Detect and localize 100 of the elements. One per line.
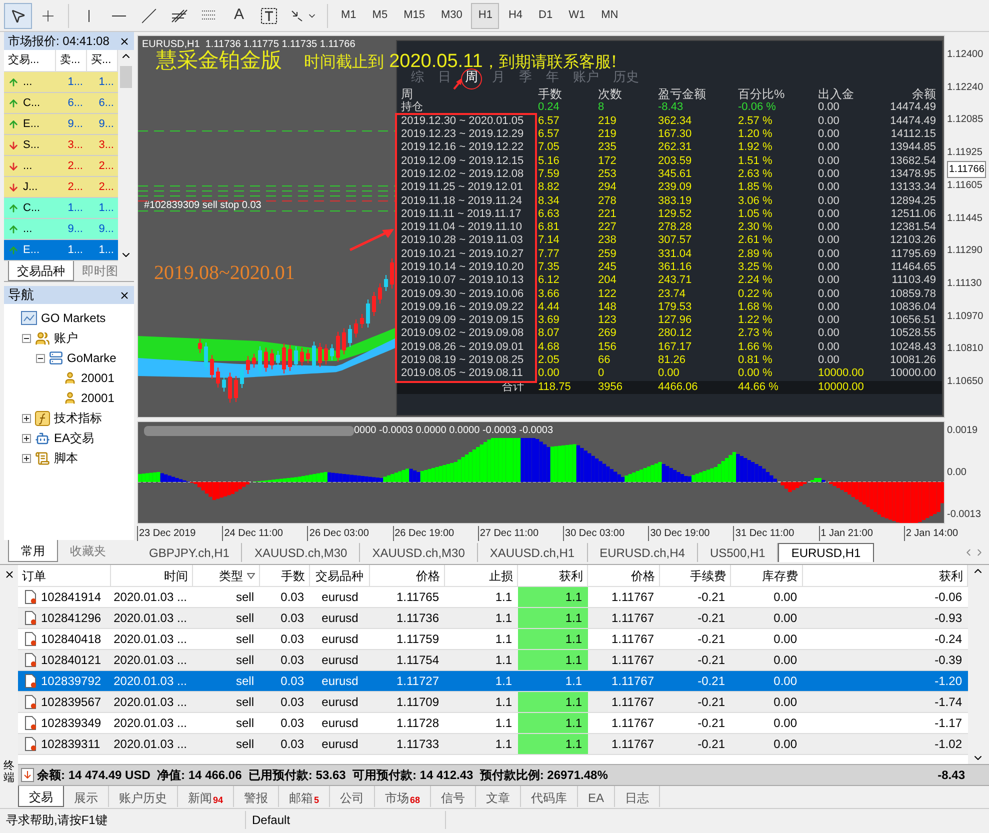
quote-row[interactable]: C... 1... 1... xyxy=(4,198,118,219)
order-row[interactable]: 102841296 2020.01.03 ... sell 0.03 eurusd 1.11736 1.1 1.1 1.11767 -0.21 0.00 -0.93 xyxy=(18,608,968,629)
timeframe-button[interactable]: D1 xyxy=(532,2,560,28)
column-header[interactable]: 价格 xyxy=(588,565,660,586)
terminal-tab[interactable]: 市场68 xyxy=(375,786,432,807)
terminal-tab[interactable]: 交易 xyxy=(18,786,64,807)
quote-row[interactable]: J... 2... 2... xyxy=(4,177,118,198)
chart-tab[interactable]: XAUUSD.ch,M30 xyxy=(242,543,360,562)
tree-item[interactable]: GO Markets xyxy=(41,309,106,327)
column-header[interactable]: 交易品种 xyxy=(310,565,370,586)
tree-item[interactable]: 账户 xyxy=(54,329,78,347)
order-row[interactable]: 102839311 2020.01.03 ... sell 0.03 eurusd 1.11733 1.1 1.1 1.11767 -0.21 0.00 -1.02 xyxy=(18,734,968,755)
panel-tab[interactable]: 即时图 xyxy=(74,261,126,281)
column-header[interactable]: 订单 xyxy=(18,565,111,586)
table-cell: 102839792 xyxy=(18,671,111,691)
collapse-icon[interactable] xyxy=(36,354,45,362)
order-row[interactable]: 102840121 2020.01.03 ... sell 0.03 eurusd 1.11754 1.1 1.1 1.11767 -0.21 0.00 -0.39 xyxy=(18,650,968,671)
chart-tab[interactable]: EURUSD,H1 xyxy=(778,543,874,562)
timeframe-button[interactable]: W1 xyxy=(562,2,592,28)
panel-tab[interactable]: 收藏夹 xyxy=(58,540,118,562)
cursor-button[interactable] xyxy=(4,2,32,28)
timeframe-button[interactable]: MN xyxy=(594,2,626,28)
timeframe-button[interactable]: H1 xyxy=(471,2,500,28)
close-icon[interactable] xyxy=(119,290,130,300)
terminal-tab[interactable]: 邮箱5 xyxy=(279,786,330,807)
panel-tab[interactable]: 常用 xyxy=(8,540,58,562)
chart-tab[interactable]: GBPJPY.ch,H1 xyxy=(137,543,242,562)
price-label: 1.11290 xyxy=(947,244,982,258)
column-header[interactable]: 手续费 xyxy=(660,565,731,586)
expand-icon[interactable] xyxy=(22,454,31,462)
table-cell-text: 239.09 xyxy=(658,181,693,194)
close-icon[interactable] xyxy=(4,569,14,580)
up-arrow-icon xyxy=(8,202,19,214)
timeframe-button[interactable]: H4 xyxy=(501,2,530,28)
table-cell-text: 269 xyxy=(598,327,618,340)
column-header[interactable]: 手数 xyxy=(260,565,310,586)
column-header[interactable]: 止损 xyxy=(445,565,518,586)
table-cell-text: 235 xyxy=(598,141,618,154)
column-header[interactable]: 类型 xyxy=(193,565,260,586)
table-cell-text: 127.96 xyxy=(658,314,693,328)
timeframe-button[interactable]: M15 xyxy=(396,2,432,28)
ask-text: 1... xyxy=(98,200,115,216)
quote-row[interactable]: E... 9... 9... xyxy=(4,114,118,135)
collapse-icon[interactable] xyxy=(22,334,31,342)
tree-item[interactable]: EA交易 xyxy=(54,429,94,447)
table-cell-text: 219 xyxy=(598,114,618,128)
chart-tab[interactable]: XAUUSD.ch,H1 xyxy=(478,543,588,562)
tree-item[interactable]: 20001 xyxy=(81,389,114,407)
chart-tab[interactable]: XAUUSD.ch,M30 xyxy=(360,543,478,562)
table-cell-text: 0.00 xyxy=(818,261,840,274)
close-icon[interactable] xyxy=(119,36,130,46)
column-header[interactable]: 库存费 xyxy=(731,565,803,586)
order-row[interactable]: 102841914 2020.01.03 ... sell 0.03 eurusd 1.11765 1.1 1.1 1.11767 -0.21 0.00 -0.06 xyxy=(18,587,968,608)
tree-item[interactable]: 技术指标 xyxy=(54,409,102,427)
scroll-thumb[interactable] xyxy=(120,66,132,88)
order-row[interactable]: 102840418 2020.01.03 ... sell 0.03 eurusd 1.11759 1.1 1.1 1.11767 -0.21 0.00 -0.24 xyxy=(18,629,968,650)
table-cell: 1.1 xyxy=(518,650,588,670)
expand-icon[interactable] xyxy=(22,434,31,442)
quote-row[interactable]: E... 1... 1... xyxy=(4,240,118,261)
terminal-tab[interactable]: 日志 xyxy=(615,786,660,807)
column-header[interactable]: 卖... xyxy=(56,50,87,71)
terminal-tab[interactable]: 信号 xyxy=(431,786,476,807)
order-row[interactable]: 102839349 2020.01.03 ... sell 0.03 eurusd 1.11728 1.1 1.1 1.11767 -0.21 0.00 -1.17 xyxy=(18,713,968,734)
terminal-tab[interactable]: 代码库 xyxy=(521,786,578,807)
timeframe-button[interactable]: M1 xyxy=(334,2,364,28)
column-header[interactable]: 获利 xyxy=(518,565,588,586)
timeframe-button[interactable]: M30 xyxy=(434,2,470,28)
quote-row[interactable]: C... 6... 6... xyxy=(4,93,118,114)
quote-row[interactable]: ... 9... 9... xyxy=(4,219,118,240)
tree-item[interactable]: 20001 xyxy=(81,369,114,387)
time-label: 31 Dec 11:00 xyxy=(733,526,819,541)
text-tool-button[interactable]: A xyxy=(225,2,253,28)
timeframe-button[interactable]: M5 xyxy=(365,2,395,28)
column-header[interactable]: 交易... xyxy=(4,50,56,71)
time-label: 26 Dec 19:00 xyxy=(392,526,478,541)
tree-item[interactable]: GoMarke xyxy=(67,349,116,367)
order-row[interactable]: 102839567 2020.01.03 ... sell 0.03 eurusd 1.11709 1.1 1.1 1.11767 -0.21 0.00 -1.74 xyxy=(18,692,968,713)
panel-title: 市场报价: 04:41:08 xyxy=(8,33,110,50)
expand-icon[interactable] xyxy=(22,414,31,422)
order-line-label: #102839309 sell stop 0.03 xyxy=(144,199,262,213)
terminal-tab[interactable]: 文章 xyxy=(476,786,522,807)
column-header[interactable]: 时间 xyxy=(111,565,193,586)
terminal-tab[interactable]: EA xyxy=(578,786,616,807)
column-header[interactable]: 价格 xyxy=(370,565,445,586)
terminal-tab[interactable]: 展示 xyxy=(64,786,109,807)
terminal-tab[interactable]: 账户历史 xyxy=(109,786,178,807)
table-cell-text: -0.06 xyxy=(934,589,963,606)
quote-row[interactable]: ... 2... 2... xyxy=(4,156,118,177)
terminal-tab[interactable]: 公司 xyxy=(330,786,376,807)
terminal-tab[interactable]: 警报 xyxy=(234,786,280,807)
quote-row[interactable]: S... 3... 3... xyxy=(4,135,118,156)
quote-row[interactable]: ... 1... 1... xyxy=(4,72,118,93)
up-arrow-icon xyxy=(8,224,19,234)
ask-text: 1... xyxy=(98,242,115,258)
chart-tab[interactable]: EURUSD.ch,H4 xyxy=(588,543,698,562)
table-cell-text: -0.21 xyxy=(696,715,726,732)
panel-tab[interactable]: 交易品种 xyxy=(8,261,74,281)
terminal-tab[interactable]: 新闻 94 xyxy=(178,786,234,807)
tree-item[interactable]: 脚本 xyxy=(54,449,78,467)
order-row[interactable]: 102839792 2020.01.03 ... sell 0.03 eurusd 1.11727 1.1 1.1 1.11767 -0.21 0.00 -1.20 xyxy=(18,671,968,692)
